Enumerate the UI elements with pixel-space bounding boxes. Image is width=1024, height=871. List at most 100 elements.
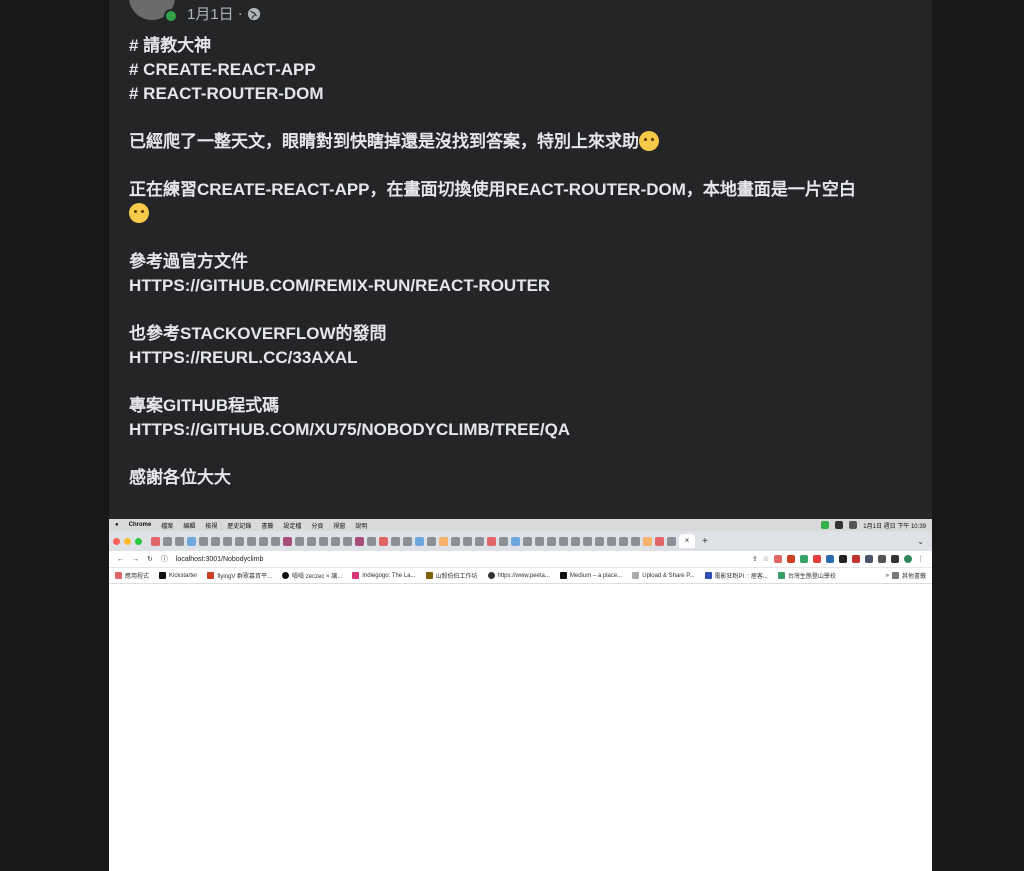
post-paragraph: 參考過官方文件 bbox=[129, 252, 248, 271]
post-paragraph: 感謝各位大大 bbox=[129, 468, 231, 487]
bookmark-item[interactable]: Kickstarter bbox=[159, 572, 197, 579]
tab-favicon[interactable] bbox=[427, 536, 436, 546]
tab-favicon[interactable] bbox=[475, 536, 484, 546]
menubar-item: 編輯 bbox=[183, 523, 196, 530]
extension-icon[interactable] bbox=[813, 555, 821, 563]
address-bar[interactable]: localhost:3001/Nobodyclimb bbox=[176, 556, 264, 563]
post-date[interactable]: 1月1日 bbox=[187, 3, 234, 24]
tab-favicon[interactable] bbox=[259, 536, 268, 546]
tab-favicon[interactable] bbox=[199, 536, 208, 546]
tab-favicon[interactable] bbox=[535, 536, 544, 546]
bookmark-item[interactable]: flyingV 群眾募資平... bbox=[207, 571, 272, 580]
tab-favicon[interactable] bbox=[607, 536, 616, 546]
menu-kebab-icon[interactable]: ⋮ bbox=[917, 555, 924, 563]
tab-favicon[interactable] bbox=[667, 536, 676, 546]
tab-favicon[interactable] bbox=[391, 536, 400, 546]
tab-favicon[interactable] bbox=[343, 536, 352, 546]
tab-favicon[interactable] bbox=[307, 536, 316, 546]
share-icon[interactable]: ⇪ bbox=[752, 555, 758, 563]
profile-avatar-icon[interactable] bbox=[904, 555, 912, 563]
post-link[interactable]: HTTPS://REURL.CC/33AXAL bbox=[129, 346, 919, 370]
tab-favicon[interactable] bbox=[175, 536, 184, 546]
tab-favicon[interactable] bbox=[499, 536, 508, 546]
bookmark-item[interactable]: https://www.peeta... bbox=[487, 572, 550, 579]
tab-favicon[interactable] bbox=[451, 536, 460, 546]
tab-favicon[interactable] bbox=[319, 536, 328, 546]
tab-favicon[interactable] bbox=[439, 536, 448, 546]
back-arrow-icon[interactable]: ← bbox=[117, 556, 124, 563]
tab-favicon[interactable] bbox=[295, 536, 304, 546]
bookmark-label: Upload & Share P... bbox=[642, 572, 695, 579]
bookmark-item[interactable]: Medium – a place... bbox=[559, 572, 622, 579]
tab-favicon[interactable] bbox=[355, 536, 364, 546]
tab-favicon[interactable] bbox=[367, 536, 376, 546]
tab-favicon[interactable] bbox=[283, 536, 292, 546]
info-icon[interactable]: ⓘ bbox=[161, 554, 168, 564]
tab-favicon[interactable] bbox=[487, 536, 496, 546]
tab-favicon[interactable] bbox=[151, 536, 160, 546]
bookmark-item[interactable]: Indiegogo: The La... bbox=[352, 572, 416, 579]
tab-favicon[interactable] bbox=[163, 536, 172, 546]
tab-favicon[interactable] bbox=[655, 536, 664, 546]
extension-icon[interactable] bbox=[826, 555, 834, 563]
post-meta: 1月1日 · bbox=[187, 3, 261, 24]
new-tab-button[interactable]: + bbox=[702, 536, 708, 547]
sidebar-icon[interactable] bbox=[891, 555, 899, 563]
extension-icon[interactable] bbox=[774, 555, 782, 563]
folder-icon bbox=[891, 572, 899, 579]
bookmark-item[interactable]: 山殼伯伯工作坊 bbox=[425, 571, 478, 580]
extension-icon[interactable] bbox=[800, 555, 808, 563]
puzzle-icon[interactable] bbox=[878, 555, 886, 563]
tab-favicon[interactable] bbox=[523, 536, 532, 546]
zoom-window-icon[interactable] bbox=[135, 537, 142, 545]
tab-favicon[interactable] bbox=[271, 536, 280, 546]
extension-icon[interactable] bbox=[852, 555, 860, 563]
tab-favicon[interactable] bbox=[619, 536, 628, 546]
bookmark-label: Indiegogo: The La... bbox=[362, 572, 416, 579]
hashtag-line[interactable]: # REACT-ROUTER-DOM bbox=[129, 82, 919, 106]
hashtag-line[interactable]: # CREATE-REACT-APP bbox=[129, 58, 919, 82]
tab-favicon[interactable] bbox=[235, 536, 244, 546]
post-link[interactable]: HTTPS://GITHUB.COM/XU75/NOBODYCLIMB/TREE… bbox=[129, 418, 919, 442]
tab-favicon[interactable] bbox=[559, 536, 568, 546]
tab-favicon[interactable] bbox=[187, 536, 196, 546]
minimize-window-icon[interactable] bbox=[124, 537, 131, 545]
tab-favicon[interactable] bbox=[211, 536, 220, 546]
bookmark-item[interactable]: 電影狂粉PI :: 痞客... bbox=[704, 571, 768, 580]
extension-icon[interactable] bbox=[839, 555, 847, 563]
extension-icon[interactable] bbox=[865, 555, 873, 563]
reload-icon[interactable]: ↻ bbox=[147, 555, 153, 563]
mac-menubar: ● Chrome 檔案 編輯 檢視 歷史記錄 書籤 設定檔 分頁 視窗 說明 1… bbox=[109, 519, 932, 531]
tab-favicon[interactable] bbox=[571, 536, 580, 546]
bookmark-star-icon[interactable]: ☆ bbox=[763, 555, 769, 563]
bookmark-item[interactable]: Upload & Share P... bbox=[632, 572, 695, 579]
bookmark-item[interactable]: 嘖嘖 zeczec × 讓... bbox=[282, 571, 342, 580]
post-link[interactable]: HTTPS://GITHUB.COM/REMIX-RUN/REACT-ROUTE… bbox=[129, 274, 919, 298]
bookmark-item[interactable]: 台灣生態登山學校 bbox=[777, 571, 836, 580]
tab-favicon[interactable] bbox=[631, 536, 640, 546]
attached-screenshot[interactable]: ● Chrome 檔案 編輯 檢視 歷史記錄 書籤 設定檔 分頁 視窗 說明 1… bbox=[109, 519, 932, 871]
menubar-item: 檔案 bbox=[161, 523, 174, 530]
tab-favicon[interactable] bbox=[247, 536, 256, 546]
other-bookmarks[interactable]: » 其他書籤 bbox=[886, 571, 926, 580]
tab-favicon[interactable] bbox=[379, 536, 388, 546]
tab-favicon[interactable] bbox=[595, 536, 604, 546]
extension-icon[interactable] bbox=[787, 555, 795, 563]
tab-favicon[interactable] bbox=[547, 536, 556, 546]
tab-favicon[interactable] bbox=[223, 536, 232, 546]
tab-favicon[interactable] bbox=[463, 536, 472, 546]
bookmark-favicon bbox=[207, 572, 215, 579]
active-tab-close-button[interactable]: × bbox=[679, 534, 695, 548]
tab-favicon[interactable] bbox=[403, 536, 412, 546]
tab-favicon[interactable] bbox=[643, 536, 652, 546]
tab-favicon[interactable] bbox=[511, 536, 520, 546]
tab-favicon[interactable] bbox=[415, 536, 424, 546]
forward-arrow-icon[interactable]: → bbox=[132, 556, 139, 563]
post-body: # 請教大神 # CREATE-REACT-APP # REACT-ROUTER… bbox=[129, 34, 919, 490]
tab-favicon[interactable] bbox=[331, 536, 340, 546]
tab-favicon[interactable] bbox=[583, 536, 592, 546]
bookmark-item[interactable]: 應用程式 bbox=[115, 571, 149, 580]
hashtag-line[interactable]: # 請教大神 bbox=[129, 34, 919, 58]
close-window-icon[interactable] bbox=[113, 537, 120, 545]
tab-search-chevron-icon[interactable]: ⌄ bbox=[917, 537, 924, 546]
